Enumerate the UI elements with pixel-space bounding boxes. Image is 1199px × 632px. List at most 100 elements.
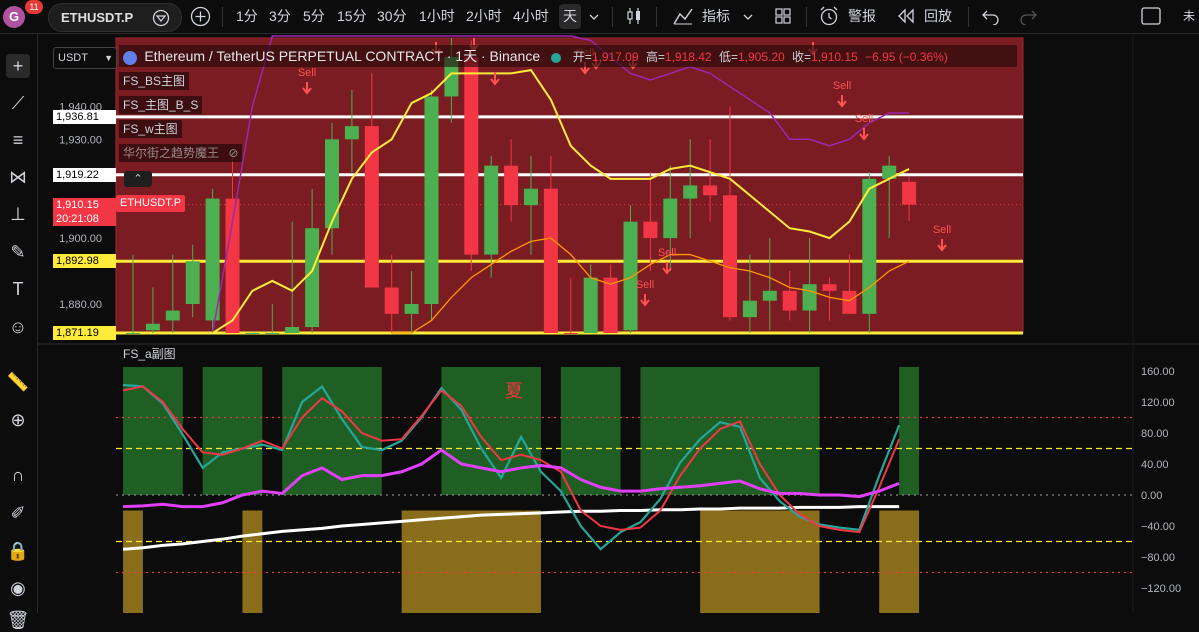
replay-icon[interactable] (896, 7, 916, 25)
sell-signal-label: Sell (658, 247, 676, 259)
chevron-down-icon[interactable] (588, 11, 600, 23)
eye-icon[interactable]: ◉ (6, 576, 30, 600)
layouts-icon[interactable] (773, 6, 793, 26)
zoom-icon[interactable]: ⊕ (6, 408, 30, 432)
bull-zone (899, 367, 920, 495)
candle-body (762, 290, 777, 301)
candle-body (723, 195, 737, 318)
interval-3m[interactable]: 3分 (269, 0, 291, 33)
divider (612, 7, 613, 27)
candle-body (902, 181, 917, 205)
chevron-down-icon: ▼ (104, 53, 113, 63)
redo-icon[interactable] (1018, 7, 1038, 25)
interval-1d[interactable]: 天 (559, 4, 581, 29)
indicators-button[interactable]: 指标 (702, 0, 730, 33)
low-value: 1,905.20 (737, 50, 785, 64)
currency-label: USDT (58, 52, 88, 64)
level-price-label[interactable]: 1,919.22 (53, 167, 116, 182)
alert-icon[interactable] (818, 5, 840, 27)
chart-title-bar: Ethereum / TetherUS PERPETUAL CONTRACT ·… (119, 45, 1017, 67)
indicator-legend-trend-label: 华尔街之趋势魔王 (123, 146, 220, 160)
interval-5m[interactable]: 5分 (303, 0, 325, 33)
top-toolbar: G 11 ETHUSDT.P 1分 3分 5分 15分 30分 1小时 2小时 … (0, 0, 1199, 34)
unsaved-label[interactable]: 未 (1183, 0, 1195, 33)
symbol-search[interactable]: ETHUSDT.P (48, 3, 182, 32)
interval-4h[interactable]: 4小时 (513, 0, 549, 33)
chart-title: Ethereum / TetherUS PERPETUAL CONTRACT ·… (144, 48, 541, 64)
bear-zone (879, 510, 920, 613)
candle-body (404, 303, 419, 314)
price-chart[interactable]: SellSellSellSellSellSellSell 夏 1,940.001… (38, 34, 1199, 613)
symbol-tag: ETHUSDT.P (116, 195, 186, 212)
text-icon[interactable]: T (6, 277, 30, 301)
replay-button[interactable]: 回放 (924, 0, 952, 33)
magnet-icon[interactable]: ∩ (6, 463, 30, 487)
compare-icon[interactable] (152, 9, 170, 27)
candle-body (683, 185, 698, 199)
chevron-down-icon[interactable] (742, 11, 754, 23)
crosshair-icon[interactable]: + (6, 54, 30, 78)
signal-zone (115, 37, 1024, 334)
undo-icon[interactable] (981, 7, 1001, 25)
trash-icon[interactable]: 🗑 (6, 608, 30, 632)
sell-signal-label: Sell (855, 113, 873, 125)
bear-zone (401, 510, 541, 613)
candle-body (165, 310, 180, 321)
candle-body (305, 228, 320, 328)
collapse-legend-button[interactable]: ⌃ (124, 171, 152, 187)
level-price-label[interactable]: 1,892.98 (53, 254, 116, 269)
interval-2h[interactable]: 2小时 (466, 0, 502, 33)
eye-off-icon[interactable]: ⊘ (228, 146, 238, 160)
price-axis-label: 1,880.00 (59, 299, 102, 311)
indicator-legend-w[interactable]: FS_w主图 (119, 120, 182, 138)
lock-drawings-icon[interactable]: ✐ (6, 501, 30, 525)
low-label: 低= (718, 50, 738, 64)
open-value: 1,917.09 (591, 50, 639, 64)
market-open-icon (551, 52, 562, 63)
indicators-icon[interactable] (672, 6, 694, 26)
ruler-icon[interactable]: 📏 (6, 370, 30, 394)
divider (222, 7, 223, 27)
emoji-icon[interactable]: ☺ (6, 315, 30, 339)
candle-body (862, 178, 877, 314)
close-label: 收= (792, 50, 812, 64)
osc-axis-label: −120.00 (1141, 583, 1181, 595)
add-symbol-icon[interactable] (190, 6, 211, 27)
osc-axis-label: −80.00 (1141, 552, 1175, 564)
candle-body (344, 126, 359, 140)
fullscreen-icon[interactable] (1140, 6, 1162, 26)
current-price-value: 1,910.15 (56, 198, 99, 211)
candle-body (524, 188, 538, 206)
currency-selector[interactable]: USDT ▼ (53, 47, 117, 69)
indicator-legend-trend[interactable]: 华尔街之趋势魔王 ⊘ (119, 144, 243, 162)
candle-body (623, 221, 638, 331)
interval-15m[interactable]: 15分 (337, 0, 367, 33)
candle-body (504, 165, 519, 206)
high-label: 高= (645, 50, 665, 64)
trend-line-icon[interactable]: ⟋ (6, 91, 30, 115)
user-avatar[interactable]: G (3, 6, 25, 28)
interval-30m[interactable]: 30分 (377, 0, 407, 33)
brush-icon[interactable]: ✎ (6, 240, 30, 264)
interval-1h[interactable]: 1小时 (419, 0, 455, 33)
candles-icon[interactable] (624, 6, 644, 26)
level-price-label[interactable]: 1,871.19 (53, 326, 116, 340)
horizontal-lines-icon[interactable]: ≡ (6, 128, 30, 152)
indicator-legend-bs2[interactable]: FS_主图_B_S (119, 96, 203, 114)
candle-body (285, 327, 300, 333)
level-price-label[interactable]: 1,936.81 (53, 109, 116, 124)
fib-icon[interactable]: ⊥ (6, 202, 30, 226)
candle-body (782, 290, 797, 311)
lock-icon[interactable]: 🔒 (6, 539, 30, 563)
sell-signal-label: Sell (933, 224, 951, 236)
sub-indicator-legend[interactable]: FS_a副图 (119, 345, 180, 363)
high-value: 1,918.42 (664, 50, 712, 64)
candle-body (245, 333, 260, 334)
alert-button[interactable]: 警报 (848, 0, 876, 33)
candle-body (484, 165, 499, 255)
candle-body (663, 198, 678, 239)
indicator-legend-bs[interactable]: FS_BS主图 (119, 72, 190, 90)
candle-body (543, 188, 558, 333)
pattern-icon[interactable]: ⋈ (6, 165, 30, 189)
interval-1m[interactable]: 1分 (236, 0, 258, 33)
